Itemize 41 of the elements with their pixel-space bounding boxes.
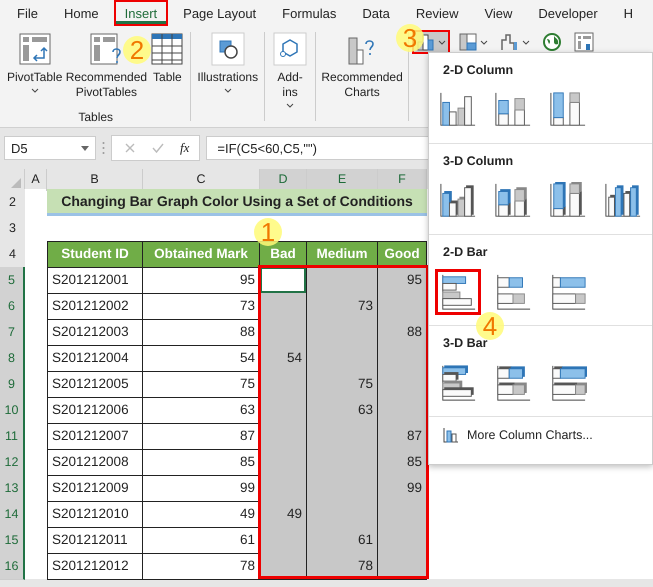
table-cell: 54 [260,345,307,372]
table-cell: S201212003 [47,319,143,346]
table-cell: S201212008 [47,449,143,476]
table-header: Obtained Mark [143,241,260,268]
table-cell: 61 [143,527,260,554]
table-cell: 88 [143,319,260,346]
table-cell: 49 [260,501,307,528]
sheet-title: Changing Bar Graph Color Using a Set of Conditions [47,189,427,216]
table-cell: 75 [143,371,260,398]
group-label: Tables [78,110,114,126]
table-cell: 99 [143,475,260,502]
table-cell: 61 [307,527,378,554]
table-cell: 87 [143,423,260,450]
table-cell: 85 [378,449,427,476]
table-cell: S201212004 [47,345,143,372]
table-cell: 63 [307,397,378,424]
table-cell: 73 [307,293,378,320]
table-cell: 99 [378,475,427,502]
table-cell: 95 [143,267,260,294]
table-cell: S201212007 [47,423,143,450]
table-cell: 88 [378,319,427,346]
table-cell: S201212002 [47,293,143,320]
table-cell: S201212005 [47,371,143,398]
table-cell: 95 [378,267,427,294]
table-cell: S201212012 [47,553,143,580]
table-cell: S201212010 [47,501,143,528]
table-cell: 85 [143,449,260,476]
table-cell: S201212011 [47,527,143,554]
table-cell: 75 [307,371,378,398]
table-cell: S201212009 [47,475,143,502]
section-heading: 2-D Column [442,62,514,79]
table-header: Student ID [47,241,143,268]
table-cell: S201212001 [47,267,143,294]
table-cell: 54 [143,345,260,372]
table-cell: 63 [143,397,260,424]
table-cell: 78 [143,553,260,580]
table-cell: 87 [378,423,427,450]
table-cell: S201212006 [47,397,143,424]
section-heading: 2-D Bar [442,244,488,261]
table-cell: 49 [143,501,260,528]
table-cell: 73 [143,293,260,320]
